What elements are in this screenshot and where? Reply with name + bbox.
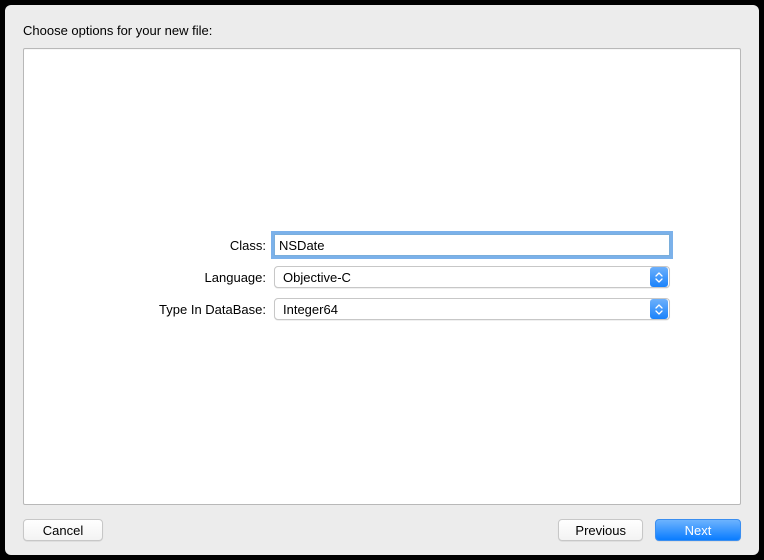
dialog-footer: Cancel Previous Next: [23, 505, 741, 541]
class-input[interactable]: [274, 234, 670, 256]
language-select-value: Objective-C: [275, 270, 650, 285]
cancel-button[interactable]: Cancel: [23, 519, 103, 541]
class-control: [274, 234, 670, 256]
chevron-up-down-icon: [650, 299, 668, 319]
options-panel: Class: Language: Objective-C: [23, 48, 741, 505]
class-row: Class:: [64, 234, 670, 256]
type-control: Integer64: [274, 298, 670, 320]
chevron-up-down-icon: [650, 267, 668, 287]
language-label: Language:: [64, 270, 274, 285]
language-select[interactable]: Objective-C: [274, 266, 670, 288]
previous-button[interactable]: Previous: [558, 519, 643, 541]
new-file-options-dialog: Choose options for your new file: Class:…: [5, 5, 759, 555]
dialog-title: Choose options for your new file:: [23, 23, 741, 38]
next-button[interactable]: Next: [655, 519, 741, 541]
language-control: Objective-C: [274, 266, 670, 288]
type-row: Type In DataBase: Integer64: [64, 298, 670, 320]
type-label: Type In DataBase:: [64, 302, 274, 317]
type-select-value: Integer64: [275, 302, 650, 317]
options-form: Class: Language: Objective-C: [24, 234, 740, 330]
type-select[interactable]: Integer64: [274, 298, 670, 320]
language-row: Language: Objective-C: [64, 266, 670, 288]
class-label: Class:: [64, 238, 274, 253]
